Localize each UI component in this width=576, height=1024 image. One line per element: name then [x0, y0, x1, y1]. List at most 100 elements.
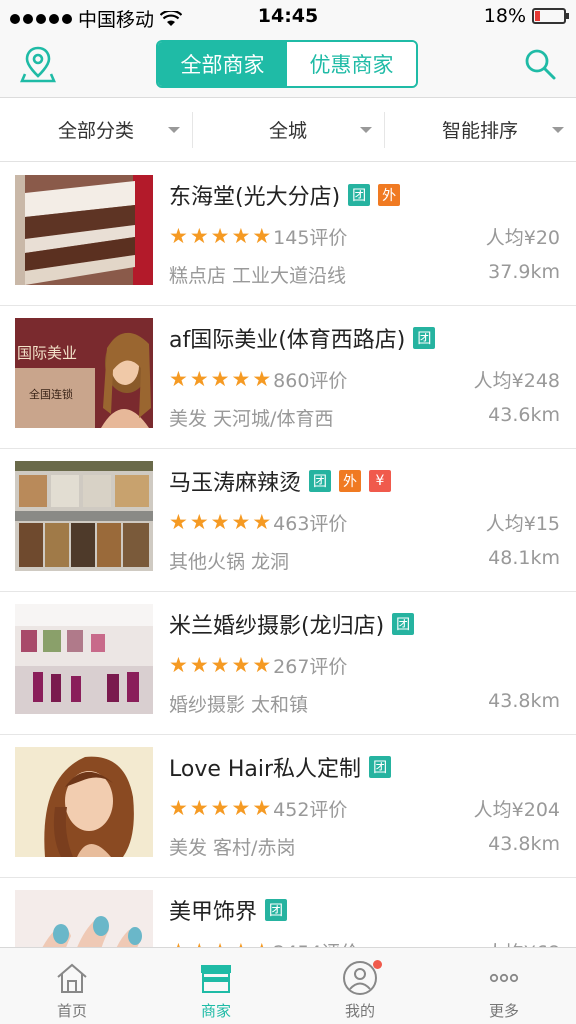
star-icon: ★ [169, 224, 188, 248]
review-count: 2454评价 [273, 938, 359, 947]
filter-category-dropdown[interactable]: 全部分类 [0, 98, 192, 161]
tab-merchants[interactable]: 商家 [144, 948, 288, 1024]
group-buy-badge: 团 [309, 470, 332, 492]
cake-photo [15, 175, 153, 285]
star-icon: ★ [169, 796, 188, 820]
distance: 43.8km [488, 833, 560, 855]
nav-bar: 全部商家 优惠商家 [0, 32, 576, 98]
rating-row: ★ ★ ★ ★ ★ 267评价 [169, 652, 347, 679]
merchant-name: 美甲饰界 [169, 900, 258, 925]
wedding-studio-photo [15, 604, 153, 714]
profile-icon-wrapper [342, 960, 382, 996]
discount-badge: ¥ [369, 470, 392, 492]
tab-home[interactable]: 首页 [0, 948, 144, 1024]
star-icon: ★ [169, 653, 188, 677]
dropdown-arrow-icon [360, 127, 372, 133]
merchant-list: 东海堂(光大分店) 团 外 ★ ★ ★ ★ ★ 145评价 人均¥20 糕点店 工业大道… [0, 163, 576, 947]
review-count: 463评价 [273, 513, 348, 535]
review-count: 145评价 [273, 227, 348, 249]
location-pin-icon[interactable] [18, 44, 58, 84]
merchant-name: 马玉涛麻辣烫 [169, 471, 302, 496]
rating-row: ★★★★★ 2454评价 [169, 938, 360, 948]
salon-sign-text: 国际美业 [17, 344, 77, 362]
notification-dot [373, 960, 382, 969]
distance: 37.9km [488, 261, 560, 283]
review-count: 452评价 [273, 799, 348, 821]
star-icon: ★ [210, 224, 230, 248]
tab-merchants-label: 商家 [200, 1002, 231, 1020]
group-buy-badge: 团 [369, 756, 392, 778]
merchant-name-row: 米兰婚纱摄影(龙归店) 团 [169, 608, 415, 640]
merchant-name: 米兰婚纱摄影(龙归店) [169, 614, 385, 639]
distance: 48.1km [488, 547, 560, 569]
nail-art-photo [15, 890, 153, 947]
star-icon: ★ [169, 367, 188, 391]
shop-icon [201, 965, 231, 993]
salon-chain-text: 全国连锁 [29, 387, 73, 401]
star-icon: ★ [210, 796, 230, 820]
takeout-badge: 外 [378, 184, 401, 206]
category-area: 美发 客村/赤岗 [169, 837, 296, 859]
star-icon: ★ [252, 510, 272, 534]
filter-area-dropdown[interactable]: 全城 [192, 98, 384, 161]
star-icon: ★ [189, 796, 209, 820]
rating-row: ★ ★ ★ ★ ★ 145评价 [169, 223, 347, 250]
more-icon [489, 973, 519, 983]
merchant-filter-segmented-control: 全部商家 优惠商家 [156, 40, 418, 88]
filter-bar: 全部分类 全城 智能排序 [0, 98, 576, 162]
group-buy-badge: 团 [392, 613, 415, 635]
segment-all-merchants[interactable]: 全部商家 [158, 42, 287, 86]
merchant-list-item[interactable]: 东海堂(光大分店) 团 外 ★ ★ ★ ★ ★ 145评价 人均¥20 糕点店 工业大道… [0, 163, 576, 306]
bottom-tab-bar: 首页 商家 我的 更多 [0, 947, 576, 1024]
category-area: 其他火锅 龙洞 [169, 551, 290, 573]
merchant-name-row: 马玉涛麻辣烫 团 外 ¥ [169, 465, 392, 497]
tab-profile[interactable]: 我的 [288, 948, 432, 1024]
merchant-list-item[interactable]: 米兰婚纱摄影(龙归店) 团 ★ ★ ★ ★ ★ 267评价 婚纱摄影 太和镇 43.8k… [0, 592, 576, 735]
star-icon: ★ [169, 510, 188, 534]
star-icon: ★ [231, 224, 251, 248]
tab-more-label: 更多 [488, 1002, 519, 1020]
group-buy-badge: 团 [413, 327, 436, 349]
star-icon: ★ [189, 653, 209, 677]
segment-discount-merchants[interactable]: 优惠商家 [287, 42, 416, 86]
star-icon: ★ [252, 367, 272, 391]
search-icon[interactable] [522, 46, 558, 82]
battery-percent: 18% [483, 5, 526, 27]
star-rating: ★★★★★ [169, 798, 271, 819]
filter-sort-dropdown[interactable]: 智能排序 [384, 98, 576, 161]
star-rating: ★★★★★ [169, 369, 271, 390]
merchant-list-item[interactable]: 国际美业 全国连锁 af国际美业(体育西路店) 团 ★ ★ ★ ★ ★ 860评价 人均… [0, 306, 576, 449]
category-area: 美发 天河城/体育西 [169, 408, 334, 430]
merchant-list-item[interactable]: 美甲饰界 团 ★★★★★ 2454评价 人均¥68 [0, 878, 576, 947]
rating-row: ★ ★ ★ ★ ★ 452评价 [169, 795, 347, 822]
average-price: 人均¥248 [473, 370, 560, 392]
hair-model-photo [15, 747, 153, 857]
review-count: 860评价 [273, 370, 348, 392]
average-price: 人均¥20 [485, 227, 560, 249]
merchant-name-row: 美甲饰界 团 [169, 894, 288, 926]
rating-row: ★ ★ ★ ★ ★ 463评价 [169, 509, 347, 536]
merchant-list-item[interactable]: 马玉涛麻辣烫 团 外 ¥ ★ ★ ★ ★ ★ 463评价 人均¥15 其他火锅 龙洞 4… [0, 449, 576, 592]
tab-profile-label: 我的 [344, 1002, 375, 1020]
review-count: 267评价 [273, 656, 348, 678]
star-icon: ★ [189, 510, 209, 534]
merchant-name: Love Hair私人定制 [169, 757, 362, 782]
tab-home-label: 首页 [56, 1002, 87, 1020]
star-icon: ★ [231, 653, 251, 677]
category-area: 婚纱摄影 太和镇 [169, 694, 309, 716]
beauty-salon-photo: 国际美业 全国连锁 [15, 318, 153, 428]
merchant-name: af国际美业(体育西路店) [169, 328, 406, 353]
star-icon: ★ [231, 796, 251, 820]
home-icon [57, 963, 87, 993]
average-price: 人均¥68 [486, 938, 560, 947]
star-icon: ★ [252, 224, 272, 248]
star-rating: ★★★★★ [169, 655, 271, 676]
tab-more[interactable]: 更多 [432, 948, 576, 1024]
star-icon: ★ [189, 224, 209, 248]
merchant-list-item[interactable]: Love Hair私人定制 团 ★ ★ ★ ★ ★ 452评价 人均¥204 美发 客村… [0, 735, 576, 878]
average-price: 人均¥15 [485, 513, 560, 535]
star-icon: ★ [231, 367, 251, 391]
filter-category-label: 全部分类 [57, 120, 134, 142]
takeout-badge: 外 [339, 470, 362, 492]
status-bar: 中国移动 14:45 18% [0, 0, 576, 32]
